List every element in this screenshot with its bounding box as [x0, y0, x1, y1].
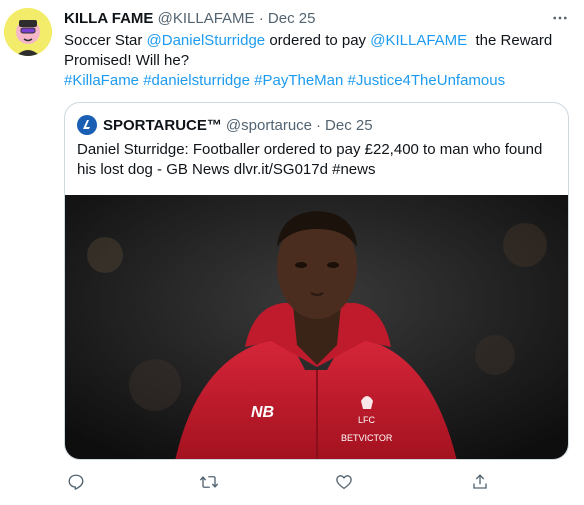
author-avatar[interactable] [4, 8, 52, 56]
like-icon [336, 475, 352, 490]
hashtag-link[interactable]: #danielsturridge [143, 72, 250, 89]
author-handle[interactable]: @KILLAFAME [158, 10, 255, 27]
retweet-button[interactable] [197, 470, 221, 494]
avatar-illustration [4, 8, 52, 56]
reply-icon [68, 474, 84, 490]
tweet-text-part: ordered to pay [265, 32, 371, 49]
meta-separator: · [258, 10, 264, 27]
quoted-tweet-date: Dec 25 [325, 116, 373, 134]
more-horizontal-icon [553, 16, 567, 20]
footballer-photo: NB LFC BETVICTOR [65, 195, 568, 459]
share-icon [473, 474, 487, 489]
mention-link[interactable]: @KILLAFAME [370, 32, 467, 49]
retweet-icon [199, 476, 219, 488]
quoted-author-avatar[interactable] [77, 115, 97, 135]
hashtag-link[interactable]: #PayTheMan [254, 72, 343, 89]
tweet-header: KILLA FAME @KILLAFAME · Dec 25 [64, 9, 315, 28]
quoted-tweet-card[interactable]: SPORTARUCE™ @sportaruce · Dec 25 Daniel … [64, 102, 569, 460]
meta-separator: · [316, 116, 322, 134]
reply-button[interactable] [64, 470, 88, 494]
quoted-tweet-header: SPORTARUCE™ @sportaruce · Dec 25 [77, 115, 373, 135]
quoted-author-handle[interactable]: @sportaruce [226, 117, 312, 134]
mention-link[interactable]: @DanielSturridge [147, 32, 266, 49]
author-name[interactable]: KILLA FAME [64, 10, 153, 27]
hashtag-link[interactable]: #KillaFame [64, 72, 139, 89]
sportaruce-logo-icon [83, 120, 90, 129]
more-options-button[interactable] [548, 8, 572, 28]
svg-text:NB: NB [251, 404, 274, 421]
quoted-tweet-text: Daniel Sturridge: Footballer ordered to … [77, 141, 543, 178]
like-button[interactable] [332, 470, 356, 494]
quoted-author-name[interactable]: SPORTARUCE™ [103, 117, 222, 134]
jacket-sponsor-text: BETVICTOR [341, 433, 393, 443]
tweet-text: Soccer Star @DanielSturridge ordered to … [64, 31, 564, 91]
hashtag-link[interactable]: #Justice4TheUnfamous [348, 72, 506, 89]
tweet-date[interactable]: Dec 25 [268, 10, 316, 27]
jacket-club-text: LFC [358, 415, 376, 425]
share-button[interactable] [468, 470, 492, 494]
tweet-text-part: Soccer Star [64, 32, 147, 49]
tweet-actions [64, 470, 494, 494]
quoted-tweet-image[interactable]: NB LFC BETVICTOR [65, 195, 568, 459]
